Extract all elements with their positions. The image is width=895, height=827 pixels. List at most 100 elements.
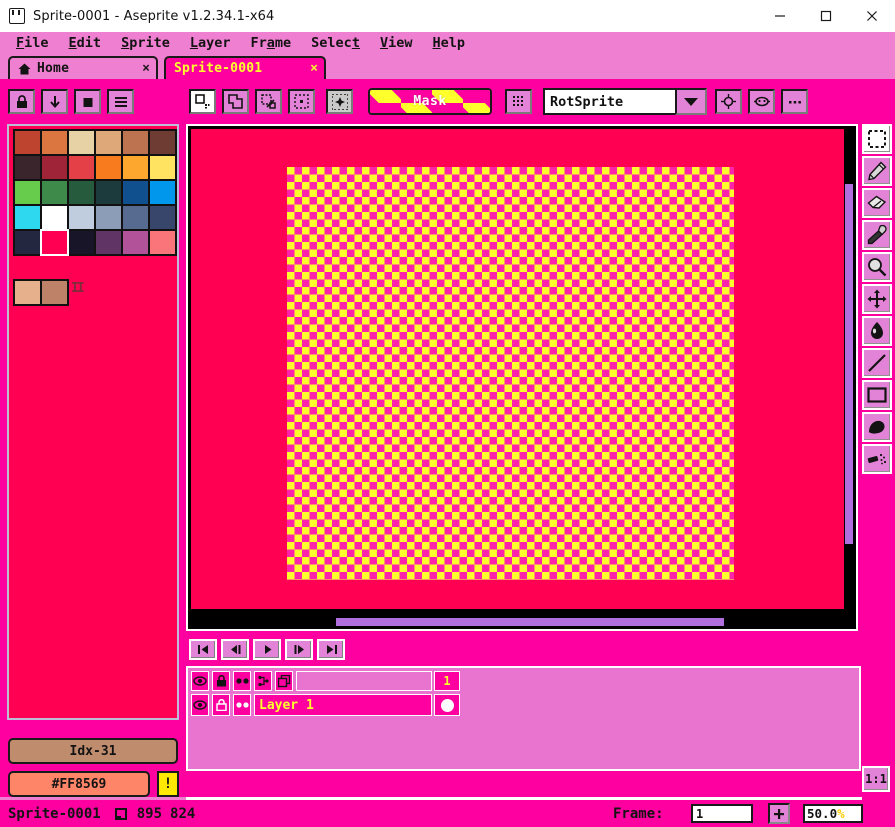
layer-name-row[interactable]: Layer 1: [254, 694, 432, 716]
palette-swatch[interactable]: [15, 281, 42, 306]
intersect-selection-button[interactable]: [288, 89, 315, 114]
palette-swatch[interactable]: [42, 206, 69, 231]
zoom-tool[interactable]: [862, 252, 892, 282]
menu-view[interactable]: View: [370, 32, 423, 54]
more-options-button[interactable]: [781, 89, 808, 114]
layer-lock-toggle[interactable]: [212, 694, 230, 716]
eraser-tool[interactable]: [862, 188, 892, 218]
move-tool[interactable]: [862, 284, 892, 314]
color-hex-button[interactable]: #FF8569: [8, 771, 150, 797]
color-out-of-palette-warning[interactable]: !: [157, 771, 179, 797]
palette-swatch-selected[interactable]: [40, 229, 69, 256]
palette-swatch[interactable]: [15, 231, 42, 256]
rectangle-tool[interactable]: [862, 380, 892, 410]
magic-wand-button[interactable]: [326, 89, 353, 114]
palette-swatch[interactable]: [15, 156, 42, 181]
rectangular-marquee-tool[interactable]: [862, 124, 892, 154]
layer-cel-frame-1[interactable]: [434, 694, 460, 716]
canvas-editor[interactable]: [186, 124, 858, 631]
palette-swatch[interactable]: [42, 131, 69, 156]
menu-sprite[interactable]: Sprite: [111, 32, 180, 54]
menu-button[interactable]: [107, 89, 134, 114]
go-to-next-frame-button[interactable]: [285, 639, 313, 660]
mask-color-button[interactable]: Mask: [368, 88, 492, 115]
new-layer-button[interactable]: [275, 671, 293, 691]
spray-tool[interactable]: [862, 444, 892, 474]
menu-select[interactable]: Select: [301, 32, 370, 54]
timeline-panel[interactable]: 1 Layer 1: [186, 666, 861, 771]
palette-swatch[interactable]: [123, 206, 150, 231]
menu-file[interactable]: File: [6, 32, 59, 54]
color-index-button[interactable]: Idx-31: [8, 738, 178, 764]
pivot-button[interactable]: [715, 89, 742, 114]
maximize-button[interactable]: [803, 0, 849, 32]
replace-selection-button[interactable]: [189, 89, 216, 114]
palette-swatch[interactable]: [96, 131, 123, 156]
palette-swatch[interactable]: [123, 231, 150, 256]
palette-swatch[interactable]: [150, 231, 177, 256]
add-frame-button[interactable]: [768, 803, 790, 824]
onion-skin-button[interactable]: [254, 671, 272, 691]
minimize-button[interactable]: [757, 0, 803, 32]
palette-swatch[interactable]: [150, 206, 177, 231]
palette-swatch[interactable]: [42, 181, 69, 206]
palette-swatch[interactable]: [150, 181, 177, 206]
paint-bucket-tool[interactable]: [862, 316, 892, 346]
palette-swatch[interactable]: [15, 131, 42, 156]
close-button[interactable]: [849, 0, 895, 32]
flip-button[interactable]: [748, 89, 775, 114]
palette-swatch[interactable]: [69, 231, 96, 256]
palette-swatch[interactable]: [123, 131, 150, 156]
menu-help[interactable]: Help: [422, 32, 475, 54]
toggle-all-lock-button[interactable]: [212, 671, 230, 691]
tab-home-close-icon[interactable]: ×: [142, 61, 150, 76]
palette-grid-last-row[interactable]: [13, 279, 69, 306]
tab-sprite-0001-close-icon[interactable]: ×: [310, 61, 318, 76]
palette-swatch[interactable]: [150, 131, 177, 156]
palette-grid[interactable]: [13, 129, 177, 256]
toggle-all-visibility-button[interactable]: [191, 671, 209, 691]
vertical-scrollbar[interactable]: [844, 128, 854, 628]
vertical-scrollbar-thumb[interactable]: [845, 184, 853, 544]
add-selection-button[interactable]: [222, 89, 249, 114]
lock-button[interactable]: [8, 89, 35, 114]
download-button[interactable]: [41, 89, 68, 114]
contour-tool[interactable]: [862, 412, 892, 442]
tab-home[interactable]: Home ×: [8, 56, 158, 79]
palette-swatch[interactable]: [123, 181, 150, 206]
go-to-last-frame-button[interactable]: [317, 639, 345, 660]
palette-swatch[interactable]: [69, 181, 96, 206]
rotation-algorithm-input[interactable]: RotSprite: [543, 88, 678, 115]
rotation-algorithm-dropdown-arrow[interactable]: [675, 88, 707, 115]
subtract-selection-button[interactable]: [255, 89, 282, 114]
line-tool[interactable]: [862, 348, 892, 378]
go-to-first-frame-button[interactable]: [189, 639, 217, 660]
palette-swatch[interactable]: [69, 156, 96, 181]
palette-swatch[interactable]: [42, 156, 69, 181]
layer-visibility-toggle[interactable]: [191, 694, 209, 716]
palette-swatch[interactable]: [96, 231, 123, 256]
layer-continuous-toggle[interactable]: [233, 694, 251, 716]
pixel-grid-button[interactable]: [505, 89, 532, 114]
frame-header-1[interactable]: 1: [434, 671, 460, 691]
toggle-all-continuous-button[interactable]: [233, 671, 251, 691]
palette-panel[interactable]: II: [7, 124, 179, 720]
horizontal-scrollbar[interactable]: [190, 617, 850, 627]
menu-edit[interactable]: Edit: [59, 32, 112, 54]
palette-swatch-partial[interactable]: [42, 281, 69, 306]
palette-swatch[interactable]: [96, 156, 123, 181]
go-to-previous-frame-button[interactable]: [221, 639, 249, 660]
tab-sprite-0001[interactable]: Sprite-0001 ×: [164, 56, 326, 79]
palette-swatch[interactable]: [69, 131, 96, 156]
palette-swatch[interactable]: [15, 206, 42, 231]
palette-swatch[interactable]: [15, 181, 42, 206]
palette-swatch[interactable]: [96, 206, 123, 231]
palette-swatch[interactable]: [69, 206, 96, 231]
palette-swatch[interactable]: [96, 181, 123, 206]
frame-number-input[interactable]: 1: [691, 804, 753, 823]
zoom-to-fit-button[interactable]: 1:1: [862, 766, 890, 792]
eyedropper-tool[interactable]: [862, 220, 892, 250]
menu-frame[interactable]: Frame: [241, 32, 302, 54]
palette-swatch[interactable]: [150, 156, 177, 181]
zoom-level-input[interactable]: 50.0%: [803, 804, 863, 823]
